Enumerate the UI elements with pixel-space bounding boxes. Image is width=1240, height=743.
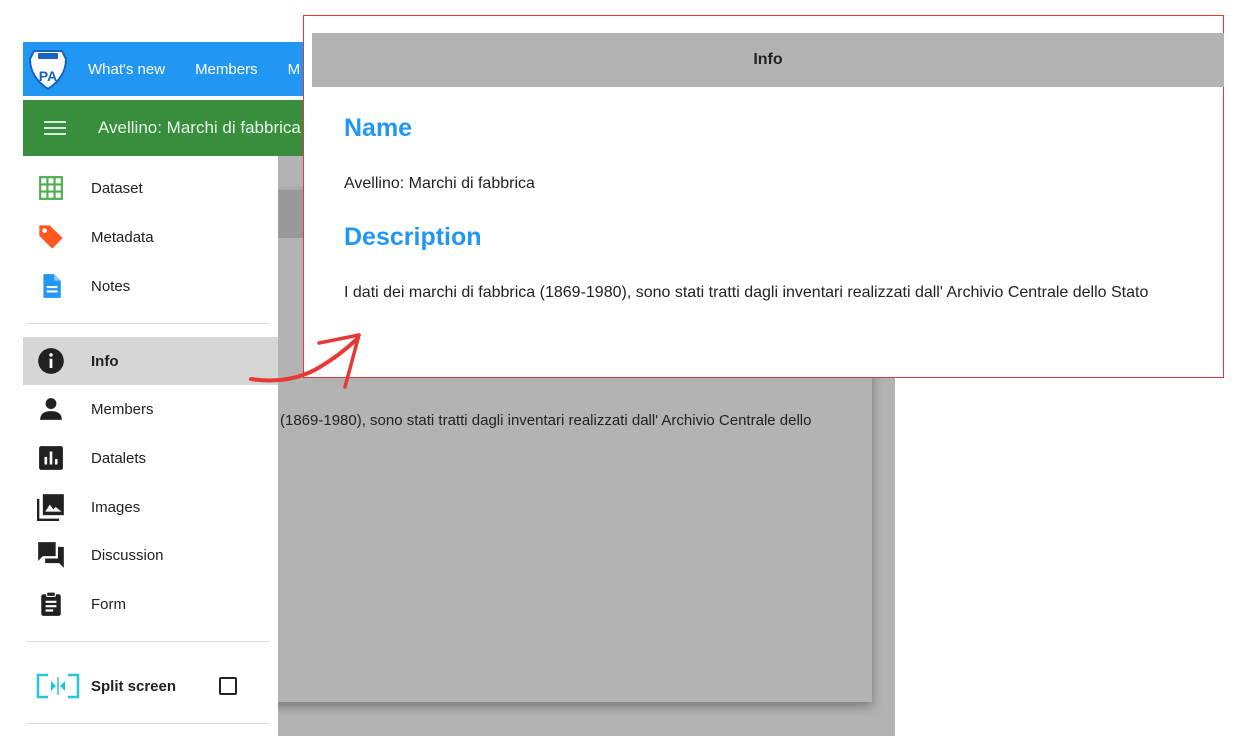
sidebar-item-images[interactable]: Images (23, 483, 278, 531)
sidebar-item-label: Dataset (91, 179, 143, 197)
forum-icon (37, 541, 65, 569)
sidebar-item-label: Notes (91, 277, 131, 295)
images-icon (37, 493, 65, 521)
clipboard-icon (37, 590, 65, 618)
sidebar-item-notes[interactable]: Notes (23, 262, 278, 310)
svg-text:PA: PA (39, 68, 57, 84)
sidebar-divider (26, 723, 270, 724)
sidebar-divider (26, 323, 270, 324)
popup-title: Info (312, 33, 1224, 87)
sidebar-item-label: Form (91, 595, 126, 613)
sidebar-item-info[interactable]: Info (23, 337, 278, 385)
sidebar-item-members[interactable]: Members (23, 385, 278, 433)
sidebar-item-discussion[interactable]: Discussion (23, 531, 278, 579)
grid-icon (37, 174, 65, 202)
nav-members[interactable]: Members (195, 61, 258, 78)
bar-chart-icon (37, 444, 65, 472)
sidebar-divider (26, 641, 270, 642)
sidebar-item-dataset[interactable]: Dataset (23, 164, 278, 212)
person-icon (37, 395, 65, 423)
split-screen-toggle[interactable]: Split screen (23, 662, 278, 710)
sidebar-item-label: Datalets (91, 449, 147, 467)
sidebar-item-form[interactable]: Form (23, 580, 278, 628)
sidebar: Dataset Metadata Notes Info Members Data… (23, 156, 278, 743)
info-popup: Info Name Avellino: Marchi di fabbrica D… (303, 15, 1224, 378)
description-heading: Description (344, 223, 482, 251)
nav-more[interactable]: M (288, 61, 301, 78)
page-title: Avellino: Marchi di fabbrica (98, 118, 301, 137)
menu-icon[interactable] (44, 117, 66, 139)
page-header: Avellino: Marchi di fabbrica (23, 100, 313, 156)
split-screen-label: Split screen (91, 677, 177, 695)
name-value: Avellino: Marchi di fabbrica (344, 175, 535, 192)
split-screen-icon (36, 672, 80, 700)
sidebar-item-metadata[interactable]: Metadata (23, 213, 278, 261)
route-to-pa-logo[interactable]: PA (26, 46, 70, 92)
document-icon (37, 272, 65, 300)
annotation-arrow (249, 333, 361, 389)
sidebar-item-label: Info (91, 352, 119, 370)
name-heading: Name (344, 114, 413, 142)
split-screen-checkbox[interactable] (219, 677, 237, 695)
sidebar-item-label: Metadata (91, 228, 154, 246)
sidebar-item-label: Images (91, 498, 141, 516)
sidebar-item-label: Members (91, 400, 154, 418)
sidebar-item-label: Discussion (91, 546, 164, 564)
nav-whats-new[interactable]: What's new (88, 61, 165, 78)
info-icon (37, 347, 65, 375)
tag-icon (37, 223, 65, 251)
background-description: (1869-1980), sono stati tratti dagli inv… (280, 412, 812, 429)
description-value: I dati dei marchi di fabbrica (1869-1980… (344, 284, 1149, 301)
top-navbar: PA What's new Members M (23, 42, 313, 96)
sidebar-item-datalets[interactable]: Datalets (23, 434, 278, 482)
